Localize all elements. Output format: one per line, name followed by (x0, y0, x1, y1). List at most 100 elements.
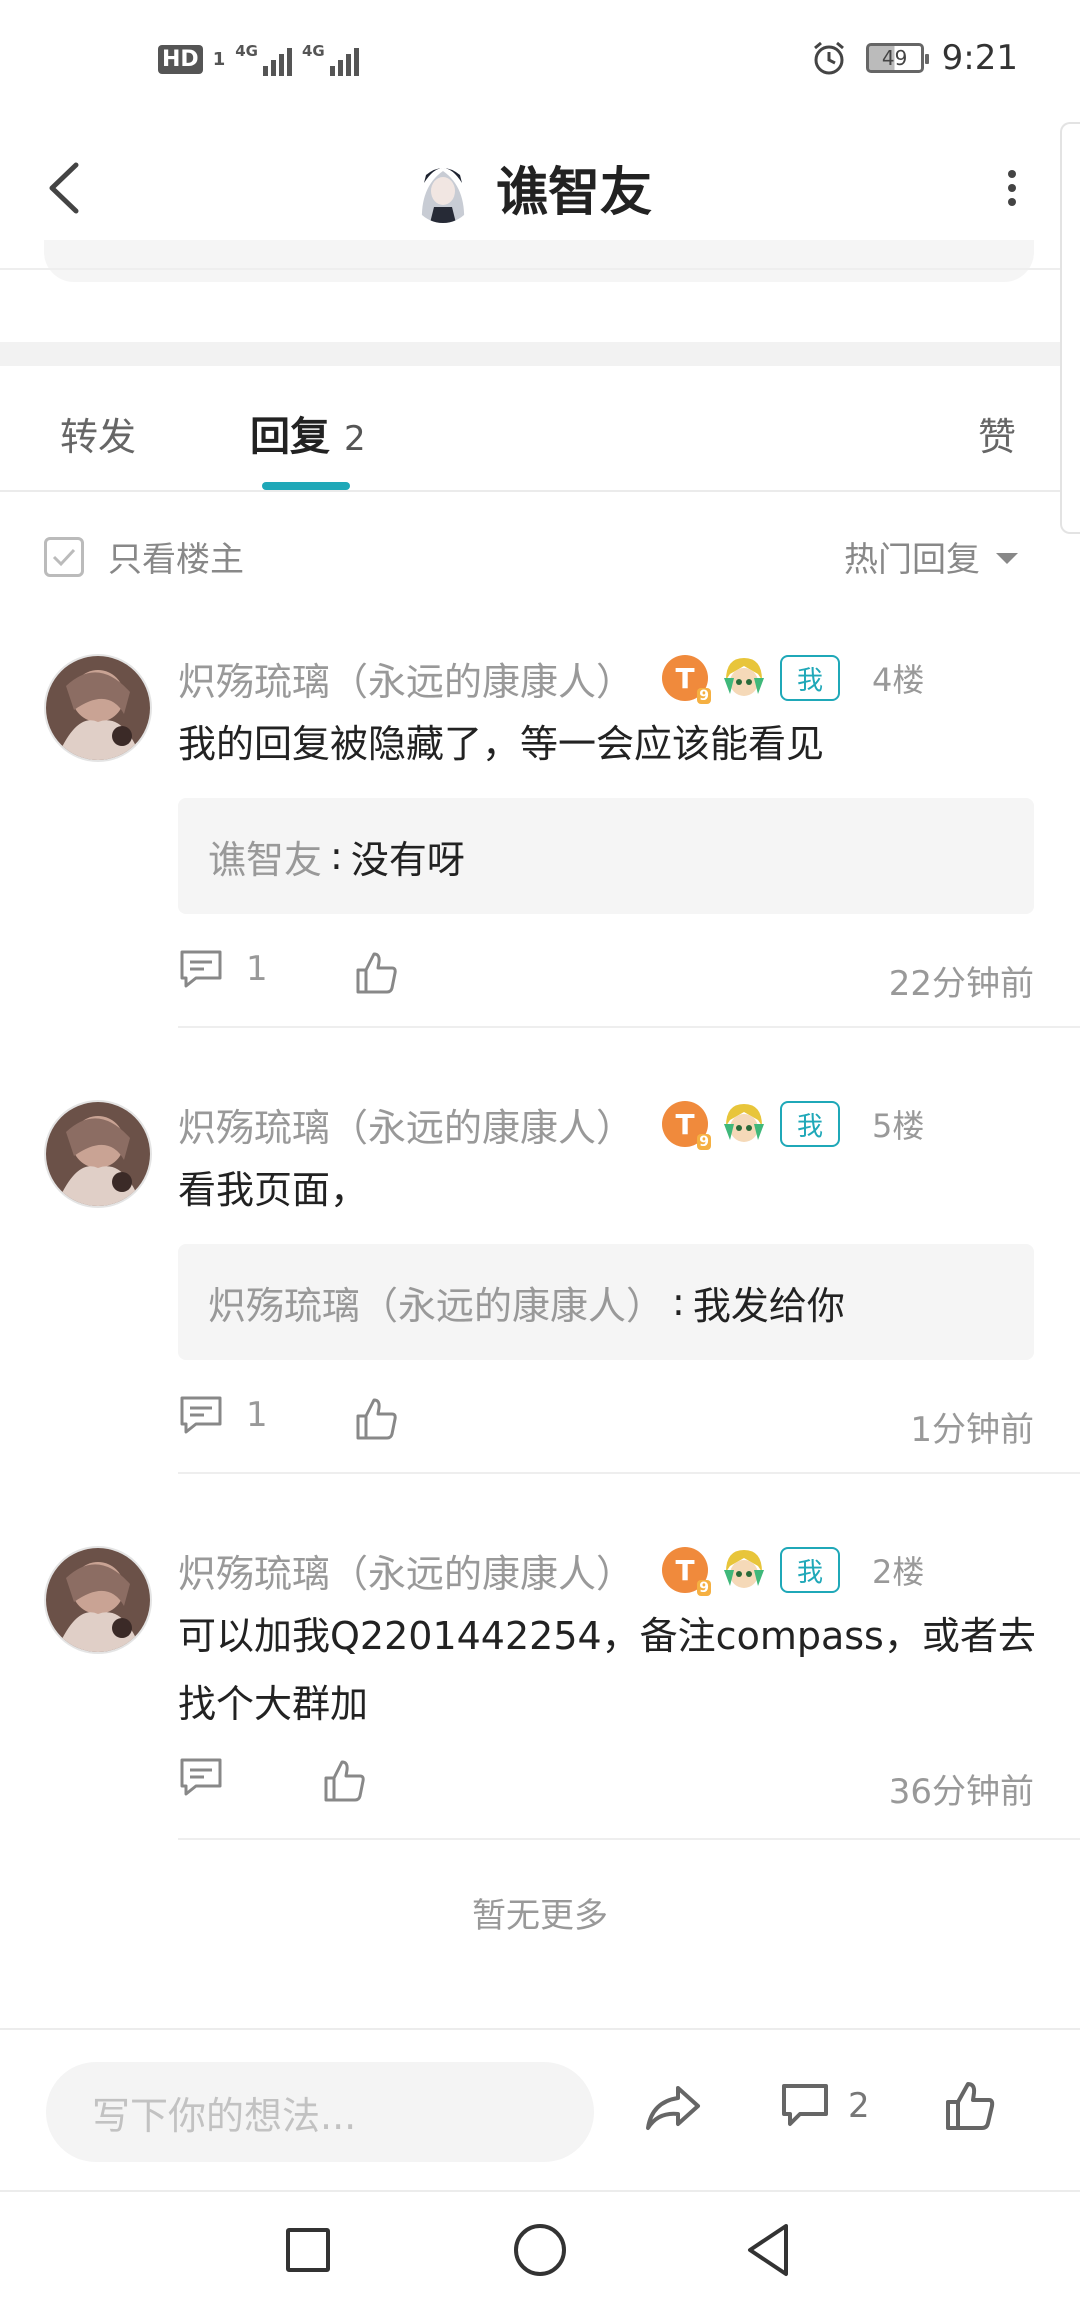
user-avatar-image (46, 1102, 150, 1206)
like-button[interactable] (322, 1758, 366, 1808)
username[interactable]: 炽殇琉璃（永远的康康人） (178, 651, 634, 706)
network-type-label: 4G (301, 42, 325, 60)
comment-item: 炽殇琉璃（永远的康康人） T9 我 2楼 可以加我Q2201442254，备注c… (0, 1532, 1080, 1852)
battery-level: 49 (881, 46, 908, 70)
recents-button[interactable] (286, 2228, 330, 2272)
reply-button[interactable]: 1 (178, 1394, 268, 1436)
user-avatar-image (46, 656, 150, 760)
quote-text: 我发给你 (692, 1283, 845, 1328)
only-op-toggle[interactable]: 只看楼主 (44, 532, 244, 581)
timestamp: 22分钟前 (888, 964, 1034, 1004)
floor-number: 2楼 (872, 1553, 925, 1591)
quoted-reply[interactable]: 谯智友 : 没有呀 (178, 798, 1034, 914)
sort-dropdown[interactable]: 热门回复 (844, 532, 1018, 581)
comment-input-placeholder: 写下你的想法... (92, 2093, 357, 2138)
only-op-label: 只看楼主 (108, 540, 244, 580)
comment-text[interactable]: 我的回复被隐藏了，等一会应该能看见 (178, 710, 1038, 778)
comment-text[interactable]: 看我页面， (178, 1156, 1038, 1224)
status-bar: HD 1 4G 4G 49 9:21 (0, 0, 1080, 120)
timestamp: 36分钟前 (888, 1772, 1034, 1812)
comment-divider (178, 1472, 1080, 1474)
sort-label: 热门回复 (844, 540, 980, 580)
check-icon (52, 548, 76, 566)
comment-divider (178, 1838, 1080, 1840)
avatar[interactable] (44, 654, 152, 762)
triangle-back-icon (748, 2224, 788, 2276)
quote-username[interactable]: 炽殇琉璃（永远的康康人） (208, 1275, 664, 1330)
level-badge-sub: 9 (697, 1580, 712, 1596)
comment-item: 炽殇琉璃（永远的康康人） T9 我 4楼 我的回复被隐藏了，等一会应该能看见 谯… (0, 640, 1080, 1040)
more-button[interactable] (992, 160, 1032, 216)
quote-username[interactable]: 谯智友 (208, 829, 322, 884)
home-button[interactable] (514, 2224, 566, 2276)
comment-bubble-icon (180, 1758, 222, 1796)
clock: 9:21 (941, 38, 1018, 78)
level-badge-sub: 9 (697, 688, 712, 704)
avatar[interactable] (44, 1100, 152, 1208)
quote-separator: : (330, 834, 343, 878)
comment-input[interactable]: 写下你的想法... (46, 2062, 594, 2162)
tab-reply[interactable]: 回复 2 (250, 404, 366, 462)
avatar[interactable] (44, 1546, 152, 1654)
battery-icon: 49 (865, 43, 929, 73)
level-badge: T9 (662, 655, 712, 704)
back-button[interactable] (36, 160, 92, 216)
sim-indicator: 1 (212, 48, 226, 70)
chevron-left-icon (49, 162, 79, 214)
username[interactable]: 炽殇琉璃（永远的康康人） (178, 1543, 634, 1598)
comment-text[interactable]: 可以加我Q2201442254，备注compass，或者去找个大群加 (178, 1602, 1038, 1738)
quoted-reply[interactable]: 炽殇琉璃（永远的康康人） : 我发给你 (178, 1244, 1034, 1360)
thumbs-up-icon (946, 2082, 995, 2130)
tab-reply-count: 2 (344, 419, 366, 459)
character-badge-icon (724, 1104, 765, 1142)
reply-button[interactable] (178, 1756, 246, 1798)
like-button[interactable] (354, 950, 398, 1000)
bottom-action-bar: 写下你的想法... 2 (0, 2030, 1080, 2190)
me-badge: 我 (780, 1101, 841, 1147)
comment-bubble-icon (180, 950, 222, 988)
active-tab-indicator (262, 482, 350, 490)
page-title: 谯智友 (496, 163, 653, 223)
alarm-icon (813, 41, 844, 75)
tab-like[interactable]: 赞 (978, 406, 1016, 461)
header-divider (0, 268, 1060, 270)
quote-text: 没有呀 (350, 837, 465, 882)
only-op-checkbox[interactable] (44, 536, 84, 577)
status-right: 49 9:21 (810, 38, 1018, 78)
comment-bubble-icon (180, 1396, 222, 1434)
thumbs-up-icon (356, 1398, 397, 1440)
share-button[interactable] (644, 2082, 702, 2136)
filter-bar: 只看楼主 热门回复 (0, 492, 1060, 612)
character-badge-icon (724, 658, 765, 696)
signal-icon: 4G (302, 42, 359, 76)
comment-button[interactable]: 2 (780, 2082, 870, 2130)
level-badge-sub: 9 (697, 1134, 712, 1150)
reply-button[interactable]: 1 (178, 948, 268, 990)
comment-header: 炽殇琉璃（永远的康康人） T9 我 2楼 (178, 1542, 924, 1598)
like-button[interactable] (944, 2080, 996, 2136)
avatar[interactable] (410, 152, 476, 223)
tab-repost[interactable]: 转发 (60, 406, 136, 461)
me-badge: 我 (780, 655, 841, 701)
status-left: HD 1 4G 4G (158, 42, 359, 76)
comment-actions: 36分钟前 (178, 1756, 1034, 1816)
thumbs-up-icon (356, 952, 397, 994)
comment-header: 炽殇琉璃（永远的康康人） T9 我 5楼 (178, 1096, 924, 1152)
user-avatar-image (46, 1548, 150, 1652)
system-back-button[interactable] (744, 2222, 792, 2282)
timestamp: 1分钟前 (910, 1410, 1034, 1450)
header-title-group[interactable]: 谯智友 (410, 150, 652, 225)
signal-icon: 4G (235, 42, 292, 76)
character-badge-icon (724, 1550, 765, 1588)
tab-reply-label: 回复 (250, 414, 330, 460)
comment-item: 炽殇琉璃（永远的康康人） T9 我 5楼 看我页面， 炽殇琉璃（永远的康康人） … (0, 1086, 1080, 1486)
like-button[interactable] (354, 1396, 398, 1446)
reply-count: 1 (246, 1395, 268, 1435)
comment-actions: 1 22分钟前 (178, 948, 1034, 1008)
comment-divider (178, 1026, 1080, 1028)
post-card-bottom-edge (44, 240, 1034, 282)
username[interactable]: 炽殇琉璃（永远的康康人） (178, 1097, 634, 1152)
comment-actions: 1 1分钟前 (178, 1394, 1034, 1454)
scrollbar[interactable] (1060, 122, 1080, 534)
more-vertical-icon (1008, 170, 1016, 206)
